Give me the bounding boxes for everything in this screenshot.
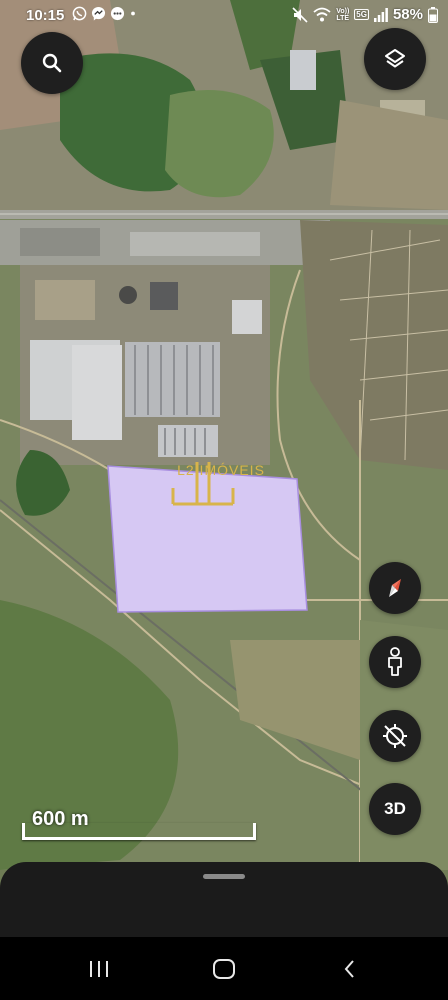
- layers-button[interactable]: [364, 28, 426, 90]
- notification-icons: [72, 6, 137, 21]
- signal-icon: [373, 7, 388, 22]
- street-view-button[interactable]: [369, 636, 421, 688]
- back-button[interactable]: [335, 956, 365, 982]
- scale-bar: 600 m: [22, 806, 256, 840]
- system-icons: Vo)) LTE 5G 58%: [292, 6, 438, 23]
- search-button[interactable]: [21, 32, 83, 94]
- status-time: 10:15: [26, 7, 65, 24]
- l2-logo-mark: [171, 462, 235, 506]
- battery-icon: [428, 6, 438, 23]
- navigation-bar: [0, 937, 448, 1000]
- mute-icon: [292, 6, 308, 23]
- network-label: Vo)) LTE: [336, 7, 350, 22]
- recent-apps-button[interactable]: [84, 956, 114, 982]
- pegman-icon: [388, 647, 402, 676]
- scale-line: [22, 823, 256, 840]
- status-bar: 10:15 Vo)) LTE 5G 58%: [0, 0, 448, 30]
- network-gen-label: 5G: [354, 9, 369, 20]
- bottom-sheet[interactable]: [0, 862, 448, 937]
- back-icon: [344, 960, 354, 978]
- battery-percent: 58%: [392, 6, 423, 23]
- recent-apps-icon: [90, 961, 108, 977]
- chat-icon: [110, 6, 125, 21]
- home-icon: [213, 959, 235, 979]
- layers-icon: [385, 49, 405, 68]
- view-3d-button[interactable]: 3D: [369, 783, 421, 835]
- location-off-icon: [383, 724, 407, 748]
- whatsapp-icon: [72, 6, 87, 21]
- dot-icon: [131, 11, 135, 16]
- search-icon: [42, 53, 62, 73]
- view-3d-label: 3D: [384, 799, 406, 818]
- wifi-icon: [313, 7, 331, 21]
- messenger-icon: [91, 6, 106, 21]
- home-button[interactable]: [209, 956, 239, 982]
- compass-button[interactable]: [369, 562, 421, 614]
- my-location-button[interactable]: [369, 710, 421, 762]
- compass-icon: [389, 579, 401, 597]
- watermark-logo: L2 IMÓVEIS: [163, 458, 279, 548]
- sheet-drag-handle[interactable]: [203, 874, 245, 879]
